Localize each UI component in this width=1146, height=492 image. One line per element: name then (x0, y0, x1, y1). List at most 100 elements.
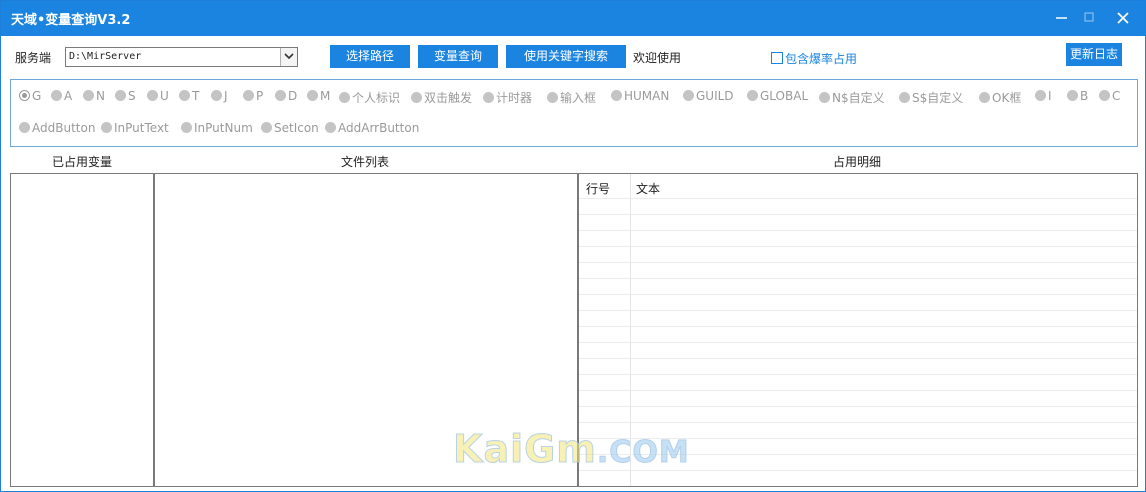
radio-indicator (1067, 90, 1078, 101)
radio-row1-21[interactable]: B (1067, 89, 1088, 103)
choose-path-button[interactable]: 选择路径 (330, 45, 410, 68)
radio-row2-2[interactable]: InPutNum (181, 121, 253, 135)
watermark-suffix: .COM (596, 435, 690, 471)
radio-row1-13[interactable]: 输入框 (547, 89, 596, 106)
radio-label: InPutNum (194, 121, 253, 135)
radio-row1-15[interactable]: GUILD (683, 89, 734, 103)
grid-row-line (579, 230, 1137, 231)
grid-row-line (579, 342, 1137, 343)
radio-indicator (747, 90, 758, 101)
chevron-down-icon (284, 53, 294, 60)
radio-label: S (128, 89, 136, 103)
radio-indicator (979, 92, 990, 103)
grid-col-text[interactable]: 文本 (636, 180, 660, 197)
radio-label: N$自定义 (832, 91, 885, 105)
radio-row1-12[interactable]: 计时器 (483, 89, 532, 106)
server-path-combobox[interactable]: D:\MirServer (65, 47, 298, 67)
radio-indicator (611, 90, 622, 101)
keyword-search-button[interactable]: 使用关键字搜索 (506, 45, 626, 68)
radio-row1-22[interactable]: C (1099, 89, 1120, 103)
radio-label: T (192, 89, 200, 103)
radio-row1-9[interactable]: M (307, 89, 330, 103)
radio-row2-4[interactable]: AddArrButton (325, 121, 419, 135)
radio-row1-1[interactable]: A (51, 89, 72, 103)
usage-detail-header: 占用明细 (833, 155, 882, 169)
maximize-icon (1084, 12, 1094, 22)
radio-row1-2[interactable]: N (83, 89, 105, 103)
radio-label: AddArrButton (338, 121, 420, 135)
radio-indicator (307, 90, 318, 101)
radio-label: 输入框 (560, 91, 597, 105)
radio-row1-11[interactable]: 双击触发 (411, 89, 472, 106)
grid-col-line-number[interactable]: 行号 (586, 180, 610, 197)
radio-label: J (224, 89, 228, 103)
variable-type-radio-group: G A N S U T J P D M 个人标识 双击触发 计时器 输入框 HUMAN GUILD GLOBAL… (10, 79, 1138, 147)
radio-row1-7[interactable]: P (243, 89, 263, 103)
include-burst-checkbox[interactable]: 包含爆率占用 (771, 50, 857, 67)
radio-row1-8[interactable]: D (275, 89, 297, 103)
radio-row1-6[interactable]: J (211, 89, 228, 103)
grid-row-line (579, 246, 1137, 247)
radio-label: U (160, 89, 169, 103)
radio-label: AddButton (32, 121, 96, 135)
radio-label: A (64, 89, 73, 103)
radio-row2-1[interactable]: InPutText (101, 121, 169, 135)
grid-row-line (579, 310, 1137, 311)
watermark-main: KaiGm (453, 427, 597, 472)
radio-row1-4[interactable]: U (147, 89, 169, 103)
radio-indicator (147, 90, 158, 101)
radio-label: HUMAN (624, 89, 670, 103)
grid-row-line (579, 262, 1137, 263)
radio-label: 个人标识 (352, 91, 401, 105)
close-button[interactable] (1106, 1, 1140, 35)
radio-indicator (51, 90, 62, 101)
grid-row-line (579, 198, 1137, 199)
radio-indicator (819, 92, 830, 103)
radio-indicator (1035, 90, 1046, 101)
grid-header: 行号 文本 (579, 174, 1137, 198)
radio-row1-19[interactable]: OK框 (979, 89, 1021, 106)
grid-row-line (579, 358, 1137, 359)
radio-label: SetIcon (274, 121, 319, 135)
welcome-text: 欢迎使用 (633, 51, 682, 65)
used-variables-list[interactable] (10, 173, 154, 487)
server-path-value: D:\MirServer (69, 51, 142, 62)
file-list-header: 文件列表 (341, 155, 390, 169)
radio-row1-16[interactable]: GLOBAL (747, 89, 808, 103)
radio-row1-5[interactable]: T (179, 89, 199, 103)
maximize-button[interactable] (1073, 1, 1107, 35)
grid-row-line (579, 278, 1137, 279)
radio-label: P (256, 89, 264, 103)
combobox-dropdown-button[interactable] (280, 48, 297, 66)
radio-label: 计时器 (496, 91, 533, 105)
radio-row1-3[interactable]: S (115, 89, 136, 103)
title-bar[interactable]: 天域•变量查询V3.2 (1, 1, 1145, 36)
radio-indicator (275, 90, 286, 101)
radio-label: C (1112, 89, 1121, 103)
radio-row1-14[interactable]: HUMAN (611, 89, 669, 103)
checkbox-box[interactable] (771, 52, 783, 64)
app-window: 天域•变量查询V3.2 服务端 D:\MirServer 选择路径 变量查询 使… (0, 0, 1146, 492)
radio-indicator (181, 122, 192, 133)
watermark: KaiGm.COM (453, 427, 690, 472)
radio-indicator (325, 122, 336, 133)
radio-row1-20[interactable]: I (1035, 89, 1052, 103)
radio-indicator (115, 90, 126, 101)
radio-label: GLOBAL (760, 89, 809, 103)
radio-indicator (211, 90, 222, 101)
radio-row2-0[interactable]: AddButton (19, 121, 95, 135)
radio-row1-10[interactable]: 个人标识 (339, 89, 400, 106)
radio-row2-3[interactable]: SetIcon (261, 121, 319, 135)
radio-indicator (179, 90, 190, 101)
server-label: 服务端 (15, 51, 52, 65)
radio-row1-17[interactable]: N$自定义 (819, 89, 885, 106)
radio-row1-18[interactable]: S$自定义 (899, 89, 963, 106)
radio-indicator (83, 90, 94, 101)
window-title: 天域•变量查询V3.2 (11, 13, 131, 28)
close-icon (1117, 12, 1129, 24)
query-variables-button[interactable]: 变量查询 (418, 45, 498, 68)
radio-indicator (243, 90, 254, 101)
grid-row-line (579, 374, 1137, 375)
radio-row1-0[interactable]: G (19, 89, 41, 103)
changelog-button[interactable]: 更新日志 (1066, 43, 1122, 66)
